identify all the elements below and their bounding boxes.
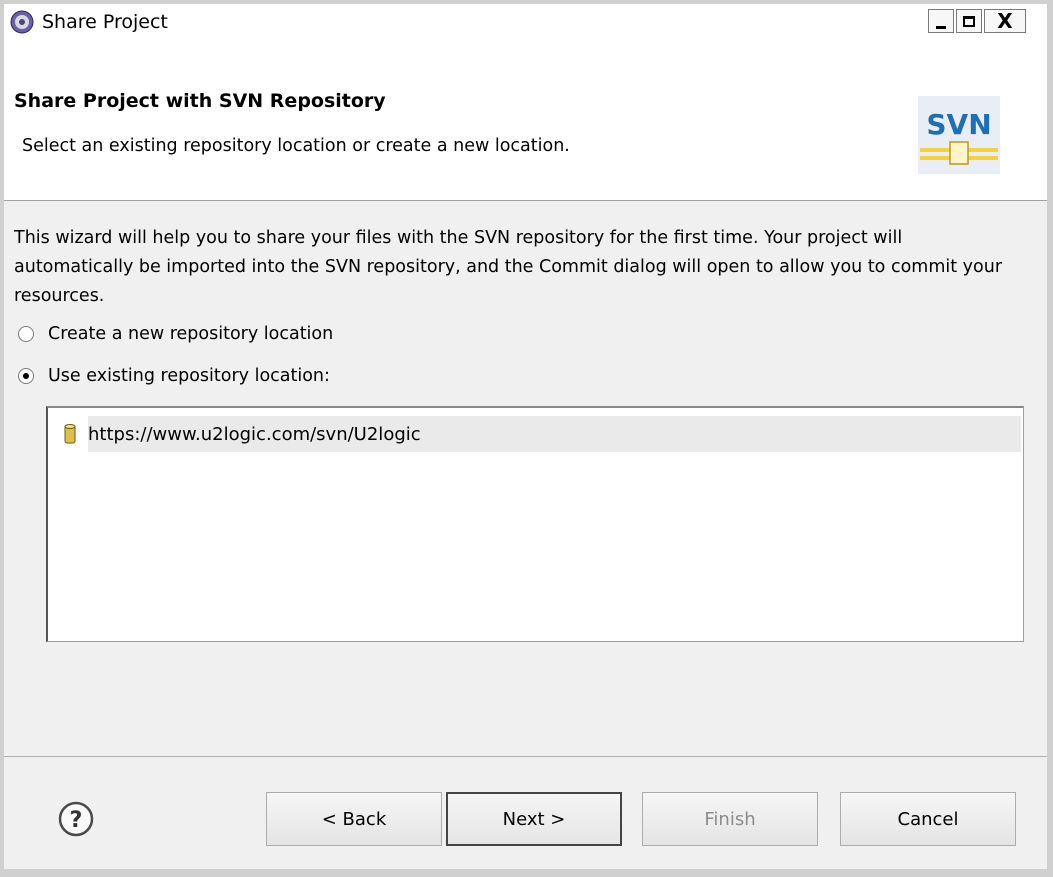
close-button[interactable]: X [984, 9, 1026, 33]
create-new-location-option[interactable]: Create a new repository location [18, 324, 333, 344]
maximize-button[interactable] [956, 9, 982, 33]
next-button[interactable]: Next > [446, 792, 622, 846]
svn-logo-text: SVN [926, 108, 991, 141]
help-icon[interactable]: ? [58, 801, 94, 837]
repository-url: https://www.u2logic.com/svn/U2logic [88, 423, 421, 445]
create-new-location-label: Create a new repository location [48, 324, 334, 344]
cancel-button[interactable]: Cancel [840, 792, 1016, 846]
share-project-dialog: Share Project X Share Project with SVN R… [0, 0, 1053, 877]
back-button[interactable]: < Back [266, 792, 442, 846]
repository-icon [64, 424, 76, 444]
banner-title: Share Project with SVN Repository [14, 90, 386, 112]
window-title: Share Project [42, 11, 168, 33]
use-existing-location-label: Use existing repository location: [48, 366, 330, 386]
footer-divider [4, 756, 1047, 757]
use-existing-location-option[interactable]: Use existing repository location: [18, 366, 330, 386]
minimize-button[interactable] [928, 9, 954, 33]
repository-list-item[interactable]: https://www.u2logic.com/svn/U2logic [50, 416, 1021, 452]
minimize-icon [936, 25, 946, 29]
finish-button[interactable]: Finish [642, 792, 818, 846]
svg-text:?: ? [70, 808, 83, 833]
use-existing-location-radio[interactable] [18, 368, 34, 384]
wizard-banner: Share Project with SVN Repository Select… [4, 40, 1047, 201]
banner-description: Select an existing repository location o… [22, 136, 570, 156]
title-bar[interactable]: Share Project X [4, 4, 1047, 40]
create-new-location-radio[interactable] [18, 326, 34, 342]
svn-logo-icon: SVN [918, 96, 1000, 174]
repository-list[interactable]: https://www.u2logic.com/svn/U2logic [46, 406, 1024, 642]
close-icon: X [997, 9, 1013, 33]
eclipse-app-icon [10, 10, 34, 34]
intro-text: This wizard will help you to share your … [14, 228, 1003, 306]
maximize-icon [963, 15, 975, 27]
